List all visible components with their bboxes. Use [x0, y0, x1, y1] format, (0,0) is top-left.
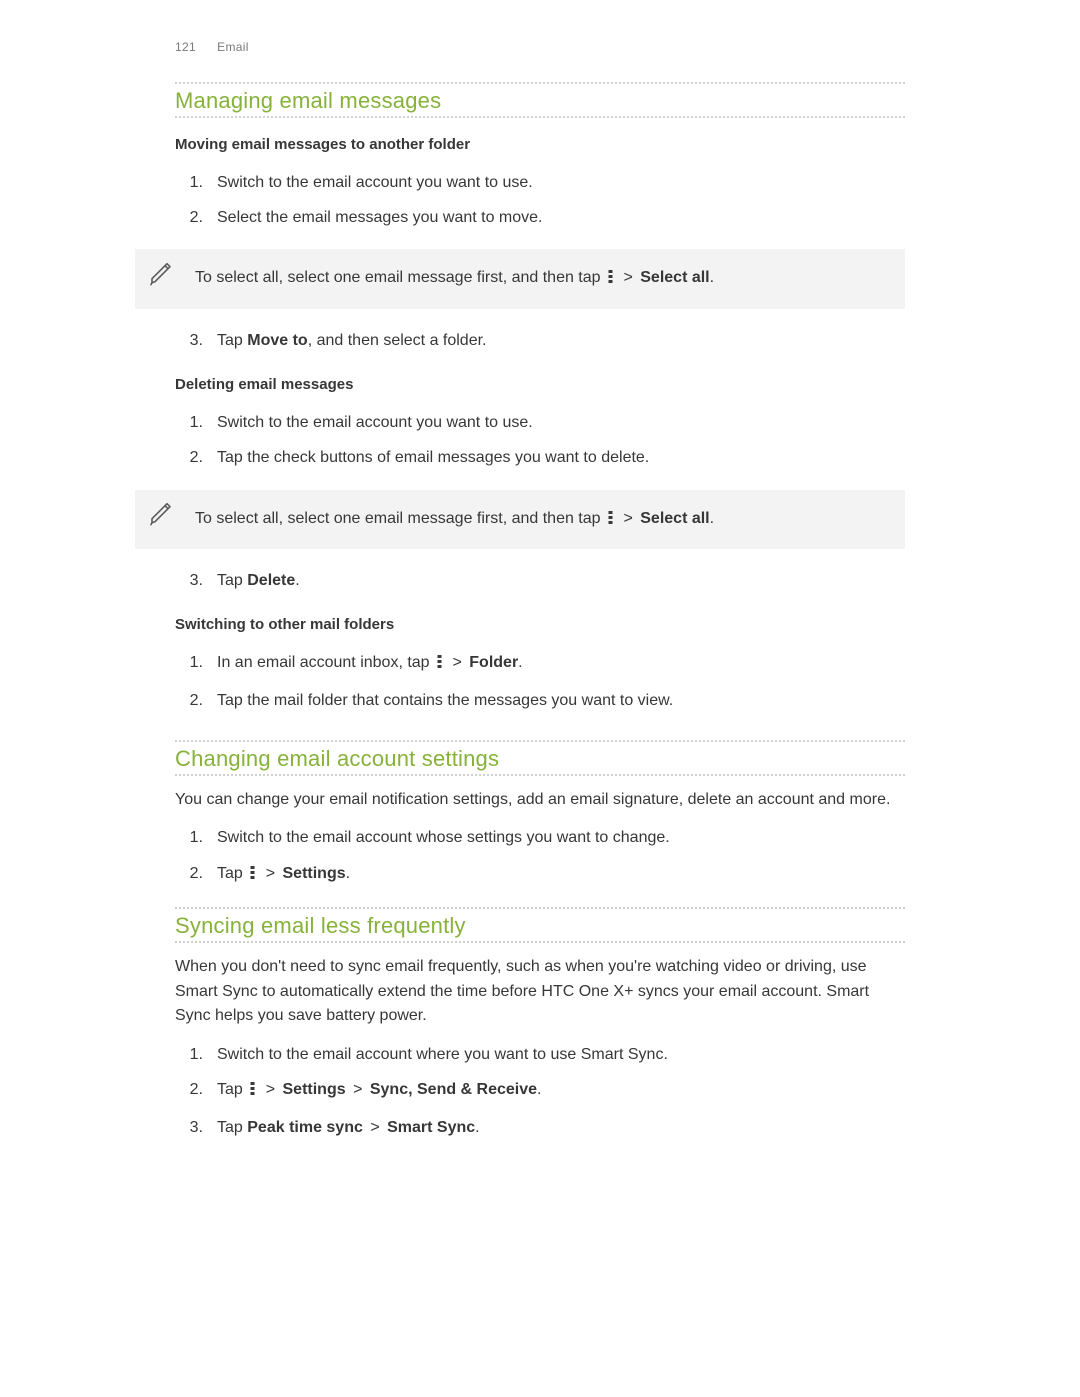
- step-text: Tap the check buttons of email messages …: [217, 444, 649, 471]
- divider: [175, 740, 905, 742]
- divider: [175, 82, 905, 84]
- step-number: 2.: [175, 444, 203, 471]
- step-number: 2.: [175, 687, 203, 714]
- subheading-moving: Moving email messages to another folder: [175, 136, 905, 153]
- steps-deleting-cont: 3. Tap Delete.: [175, 563, 905, 598]
- note-text: >: [623, 510, 637, 527]
- step-text: Switch to the email account whose settin…: [217, 824, 670, 851]
- step-text: Tap Delete.: [217, 567, 300, 594]
- divider: [175, 941, 905, 943]
- list-item: 1. Switch to the email account where you…: [175, 1037, 905, 1072]
- list-item: 2. Tap > Settings > Sync, Send & Receive…: [175, 1072, 905, 1109]
- note-box: To select all, select one email message …: [135, 490, 905, 550]
- note-strong: Select all: [640, 269, 709, 286]
- heading-changing: Changing email account settings: [175, 746, 905, 772]
- list-item: 1. Switch to the email account you want …: [175, 405, 905, 440]
- step-number: 3.: [175, 327, 203, 354]
- section-syncing: Syncing email less frequently When you d…: [175, 907, 905, 1145]
- overflow-menu-icon: [607, 508, 614, 534]
- heading-managing: Managing email messages: [175, 88, 905, 114]
- list-item: 1. Switch to the email account you want …: [175, 165, 905, 200]
- steps-changing: 1. Switch to the email account whose set…: [175, 820, 905, 892]
- steps-syncing: 1. Switch to the email account where you…: [175, 1037, 905, 1145]
- heading-syncing: Syncing email less frequently: [175, 913, 905, 939]
- overflow-menu-icon: [249, 1078, 256, 1105]
- running-header: 121 Email: [175, 40, 905, 54]
- note-box: To select all, select one email message …: [135, 249, 905, 309]
- list-item: 1. Switch to the email account whose set…: [175, 820, 905, 855]
- subheading-deleting: Deleting email messages: [175, 376, 905, 393]
- list-item: 1. In an email account inbox, tap > Fold…: [175, 645, 905, 682]
- list-item: 3. Tap Delete.: [175, 563, 905, 598]
- step-number: 3.: [175, 567, 203, 594]
- step-number: 2.: [175, 1076, 203, 1105]
- note-text: >: [623, 269, 637, 286]
- section-changing: Changing email account settings You can …: [175, 740, 905, 893]
- step-number: 2.: [175, 204, 203, 231]
- divider: [175, 774, 905, 776]
- list-item: 2. Select the email messages you want to…: [175, 200, 905, 235]
- overflow-menu-icon: [249, 862, 256, 889]
- divider: [175, 116, 905, 118]
- step-text: Switch to the email account you want to …: [217, 409, 533, 436]
- intro-text: When you don't need to sync email freque…: [175, 955, 905, 1029]
- note-strong: Select all: [640, 510, 709, 527]
- overflow-menu-icon: [436, 651, 443, 678]
- step-text: Tap > Settings > Sync, Send & Receive.: [217, 1076, 542, 1105]
- step-text: Switch to the email account where you wa…: [217, 1041, 668, 1068]
- step-text: Tap > Settings.: [217, 860, 350, 889]
- step-number: 1.: [175, 824, 203, 851]
- list-item: 3. Tap Peak time sync > Smart Sync.: [175, 1110, 905, 1145]
- list-item: 2. Tap > Settings.: [175, 856, 905, 893]
- pencil-icon: [147, 261, 175, 298]
- list-item: 2. Tap the check buttons of email messag…: [175, 440, 905, 475]
- step-number: 3.: [175, 1114, 203, 1141]
- step-text: Tap the mail folder that contains the me…: [217, 687, 673, 714]
- note-text: .: [710, 269, 714, 286]
- step-number: 1.: [175, 649, 203, 678]
- step-text: Tap Move to, and then select a folder.: [217, 327, 487, 354]
- list-item: 3. Tap Move to, and then select a folder…: [175, 323, 905, 358]
- list-item: 2. Tap the mail folder that contains the…: [175, 683, 905, 718]
- overflow-menu-icon: [607, 267, 614, 293]
- step-text: Switch to the email account you want to …: [217, 169, 533, 196]
- divider: [175, 907, 905, 909]
- page: 121 Email Managing email messages Moving…: [0, 0, 1080, 1199]
- step-text: In an email account inbox, tap > Folder.: [217, 649, 523, 678]
- step-text: Select the email messages you want to mo…: [217, 204, 543, 231]
- step-text: Tap Peak time sync > Smart Sync.: [217, 1114, 480, 1141]
- step-number: 1.: [175, 1041, 203, 1068]
- section-name: Email: [217, 40, 249, 54]
- steps-moving: 1. Switch to the email account you want …: [175, 165, 905, 235]
- subheading-switching: Switching to other mail folders: [175, 616, 905, 633]
- note-text: To select all, select one email message …: [195, 269, 605, 286]
- page-number: 121: [175, 40, 199, 54]
- steps-moving-cont: 3. Tap Move to, and then select a folder…: [175, 323, 905, 358]
- step-number: 1.: [175, 409, 203, 436]
- intro-text: You can change your email notification s…: [175, 788, 905, 813]
- steps-deleting: 1. Switch to the email account you want …: [175, 405, 905, 475]
- steps-switching: 1. In an email account inbox, tap > Fold…: [175, 645, 905, 717]
- step-number: 1.: [175, 169, 203, 196]
- step-number: 2.: [175, 860, 203, 889]
- note-text: To select all, select one email message …: [195, 510, 605, 527]
- pencil-icon: [147, 501, 175, 538]
- note-text: .: [710, 510, 714, 527]
